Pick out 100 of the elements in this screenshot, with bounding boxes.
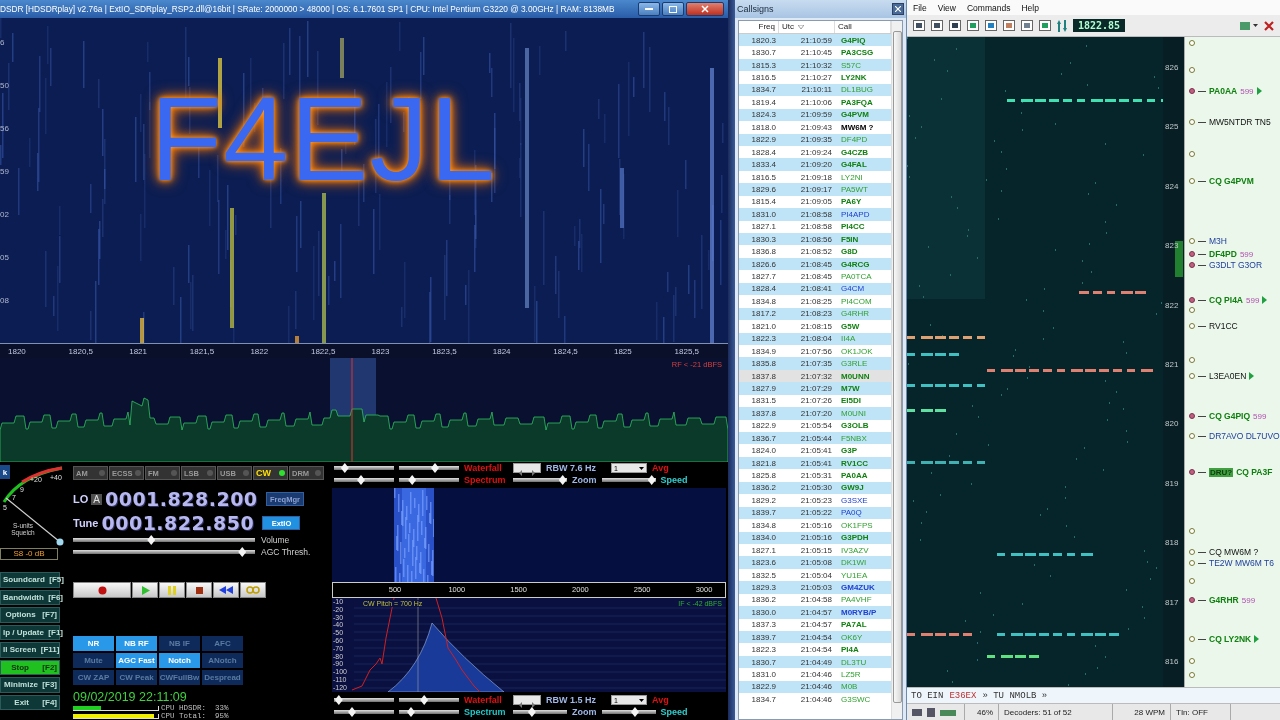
- table-cell-text: 1831.5: [750, 396, 777, 406]
- function-button[interactable]: Stop [F2]: [0, 659, 60, 675]
- callsign-cell-text: OK1JOK: [840, 346, 874, 356]
- signal-reading: S8 -0 dB: [0, 548, 58, 560]
- menu-item[interactable]: File: [913, 2, 927, 13]
- table-cell-text: 1834.7: [750, 85, 777, 95]
- table-cell-text: 1836.2: [750, 483, 777, 493]
- decode-text[interactable]: CQ PA3F: [1236, 467, 1273, 477]
- table-row[interactable]: 1829.6 21:09:17 PA5WT: [739, 183, 891, 196]
- table-row[interactable]: 1827.9 21:07:29 M7W: [739, 382, 891, 395]
- callsign-cell-text: PA3CSG: [840, 48, 875, 58]
- table-cell-text: 1836.8: [750, 247, 777, 257]
- callsign-cell-text: DL3TU: [840, 657, 868, 667]
- table-cell-text: 21:08:58: [799, 209, 833, 219]
- table-cell-text: 1837.8: [750, 408, 777, 418]
- function-button[interactable]: Options [F7]: [0, 607, 60, 623]
- decode-text[interactable]: TE2W MW6M T6: [1209, 558, 1274, 568]
- axis-label: 1824,5: [553, 346, 579, 356]
- table-cell-text: 21:05:08: [799, 558, 833, 568]
- column-header[interactable]: Utc: [779, 21, 835, 33]
- decode-text[interactable]: G3DLT G3OR: [1209, 260, 1263, 270]
- decode-text[interactable]: CQ G4PIQ: [1209, 411, 1251, 421]
- table-cell-text: 21:10:27: [799, 73, 833, 83]
- column-header[interactable]: Freq: [739, 21, 779, 33]
- decode-text[interactable]: CQ PI4A: [1209, 295, 1243, 305]
- time-label: 05: [0, 252, 9, 264]
- axis-label: 1822: [250, 346, 270, 356]
- table-row[interactable]: 1830.3 21:08:56 F5IN: [739, 233, 891, 246]
- callsign-cell-text: PA0AA: [840, 471, 869, 481]
- lo-bank-label: A: [91, 493, 102, 505]
- function-button[interactable]: Minimize [F3]: [0, 677, 60, 693]
- table-cell-text: 21:04:57: [799, 607, 833, 617]
- function-button[interactable]: Exit [F4]: [0, 694, 60, 710]
- table-row[interactable]: 1833.4 21:09:20 G4FAL: [739, 158, 891, 171]
- axis-label: 1820,5: [68, 346, 95, 356]
- mode-button[interactable]: CW: [253, 466, 288, 480]
- callsign-cell-text: PA0Q: [840, 508, 863, 518]
- table-cell-text: 1832.5: [750, 570, 777, 580]
- callsign-cell-text: G3OLB: [840, 421, 870, 431]
- table-cell-text: 1825.8: [750, 471, 777, 481]
- decode-text[interactable]: DF4PD: [1209, 249, 1237, 259]
- table-cell-text: 1827.1: [750, 545, 777, 555]
- table-cell-text: 21:05:15: [799, 545, 833, 555]
- table-row[interactable]: 1831.0 21:08:58 PI4APD: [739, 208, 891, 221]
- decode-text[interactable]: CQ LY2NK: [1209, 634, 1252, 644]
- decode-tag: DRU?: [1209, 467, 1234, 477]
- table-row[interactable]: 1823.6 21:05:08 DK1WI: [739, 556, 891, 569]
- table-cell-text: 21:08:23: [799, 309, 833, 319]
- decoded-text: TO EIN: [911, 690, 944, 701]
- table-row[interactable]: 1836.7 21:05:44 F5NBX: [739, 432, 891, 445]
- table-cell-text: 21:09:59: [799, 110, 833, 120]
- table-row[interactable]: 1830.0 21:04:57 M0RYB/P: [739, 606, 891, 619]
- decode-text[interactable]: G4RHR: [1209, 595, 1239, 605]
- table-cell-text: 21:07:32: [799, 371, 833, 381]
- table-cell-text: 1834.9: [750, 346, 777, 356]
- report-text: 599: [1240, 86, 1254, 96]
- callsign-cell-text: M0RYB/P: [840, 607, 878, 617]
- menu-item[interactable]: Help: [1021, 2, 1039, 13]
- time-label: 59: [0, 166, 9, 178]
- scale-label: 823: [1165, 241, 1179, 251]
- table-row[interactable]: 1835.8 21:07:35 G3RLE: [739, 357, 891, 370]
- decode-text[interactable]: MW5NTDR TN5: [1209, 117, 1271, 127]
- table-cell-text: 21:10:06: [799, 97, 833, 107]
- table-row[interactable]: 1839.7 21:04:54 OK6Y: [739, 631, 891, 644]
- table-row[interactable]: 1820.3 21:10:59 G4PIQ: [739, 34, 891, 47]
- decode-text[interactable]: PA0AA: [1209, 86, 1238, 96]
- callsign-cell-text: F5NBX: [840, 433, 868, 443]
- table-cell-text: 1826.6: [750, 259, 777, 269]
- menu-item[interactable]: Commands: [967, 2, 1011, 13]
- axis-label: 1823: [371, 346, 391, 356]
- table-cell-text: 21:05:41: [799, 458, 833, 468]
- table-cell-text: 1839.7: [750, 508, 777, 518]
- callsign-cell-text: PI4CC: [840, 222, 866, 232]
- table-cell-text: 21:10:32: [799, 60, 833, 70]
- decode-text[interactable]: DR7AVO DL7UVO: [1209, 431, 1280, 441]
- table-cell-text: 21:09:17: [799, 184, 833, 194]
- callsign-cell-text: PI4COM: [840, 296, 873, 306]
- table-cell-text: 1830.0: [750, 607, 777, 617]
- decode-text[interactable]: CQ G4PVM: [1209, 176, 1254, 186]
- table-row[interactable]: 1837.8 21:07:20 M0UNI: [739, 407, 891, 420]
- table-cell-text: 1835.8: [750, 359, 777, 369]
- table-cell-text: 1830.7: [750, 48, 777, 58]
- table-cell-text: 1833.4: [750, 160, 777, 170]
- table-cell-text: 21:07:29: [799, 383, 833, 393]
- callsign-cell-text: M0B: [840, 682, 859, 692]
- decode-text[interactable]: M3H: [1209, 236, 1227, 246]
- table-row[interactable]: 1829.3 21:05:03 GM4ZUK: [739, 581, 891, 594]
- decode-text[interactable]: CQ MW6M ?: [1209, 547, 1259, 557]
- table-cell-text: 21:04:54: [799, 632, 833, 642]
- cut-off-button[interactable]: k: [0, 465, 10, 479]
- decode-text[interactable]: L3EA0EN: [1209, 371, 1247, 381]
- table-cell-text: 1824.3: [750, 110, 777, 120]
- table-cell-text: 21:07:26: [799, 396, 833, 406]
- panel-title: Callsigns: [737, 4, 774, 14]
- table-cell-text: 21:10:59: [799, 35, 833, 45]
- table-cell-text: 21:04:54: [799, 645, 833, 655]
- decode-text[interactable]: RV1CC: [1209, 321, 1238, 331]
- function-button[interactable]: ll Screen [F11]: [0, 642, 60, 658]
- menu-item[interactable]: View: [937, 2, 956, 13]
- table-cell-text: 1822.9: [750, 135, 777, 145]
